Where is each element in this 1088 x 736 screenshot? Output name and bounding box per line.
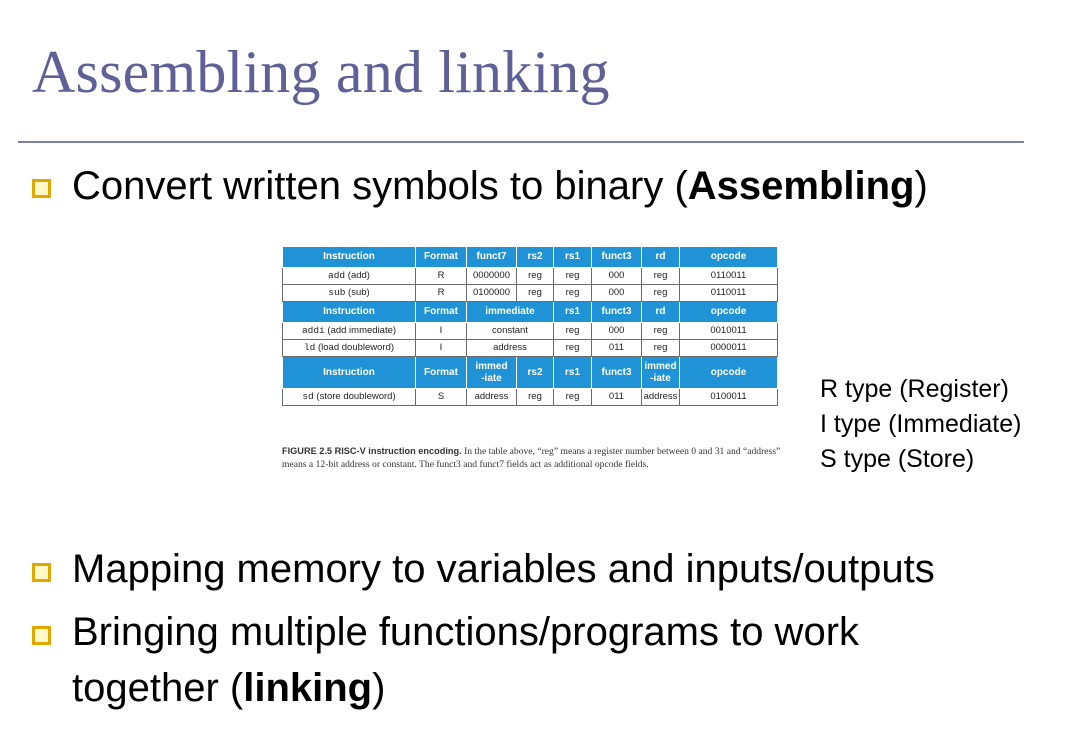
bullet-text-end: ) (914, 164, 928, 208)
table-header-cell: Format (415, 246, 467, 268)
instruction-mnemonic: add (328, 270, 346, 281)
bullet-assembling: Convert written symbols to binary (Assem… (72, 158, 928, 214)
table-header-cell: rd (641, 246, 680, 268)
title-divider (18, 141, 1024, 143)
bullet-text: together ( (72, 666, 244, 710)
table-cell: 000 (591, 267, 642, 285)
bullet-square-icon (32, 563, 51, 582)
instruction-cell: sub (sub) (282, 284, 416, 302)
table-header-cell: funct3 (591, 301, 642, 323)
table-header-row: Instruction Format immed -iate rs2 rs1 funct3 i… (282, 356, 778, 389)
table-cell: reg (553, 267, 592, 285)
table-cell: R (415, 267, 467, 285)
table-row: addi (add immediate) Iconstant reg 000 reg 00… (282, 322, 778, 340)
table-cell: reg (641, 267, 680, 285)
instruction-cell: ld (load doubleword) (282, 339, 416, 357)
table-cell: 0110011 (679, 267, 778, 285)
table-header-cell: opcode (679, 356, 778, 389)
format-type-notes: R type (Register) I type (Immediate) S t… (820, 372, 1021, 477)
table-cell: constant (466, 322, 554, 340)
risc-v-encoding-figure: Instruction Format funct7 rs2 rs1 funct3 rd opc… (282, 246, 778, 406)
table-cell: reg (553, 322, 592, 340)
table-cell: reg (516, 388, 554, 406)
table-cell: address (466, 388, 517, 406)
bullet-bold-term: linking (243, 666, 373, 710)
table-header-cell: Instruction (282, 301, 416, 323)
table-cell: 0100000 (466, 284, 517, 302)
instruction-cell: addi (add immediate) (282, 322, 416, 340)
bullet-text-line1: Bringing multiple functions/programs to … (72, 610, 860, 654)
bullet-text-end: ) (372, 666, 386, 710)
table-cell: 0110011 (679, 284, 778, 302)
table-cell: reg (641, 339, 680, 357)
table-header-cell: rs2 (516, 356, 554, 389)
table-row: ld (load doubleword) Iaddress reg 011 reg 000… (282, 339, 778, 357)
table-header-cell: funct3 (591, 246, 642, 268)
table-cell: S (415, 388, 467, 406)
table-cell: 000 (591, 284, 642, 302)
table-header-cell: rs1 (553, 246, 592, 268)
table-header-cell: immed -iate (641, 356, 680, 389)
table-header-cell: immediate (466, 301, 554, 323)
table-header-cell: Format (415, 301, 467, 323)
table-cell: 0000000 (466, 267, 517, 285)
table-header-row: Instruction Format funct7 rs2 rs1 funct3 rd opc… (282, 246, 778, 268)
table-cell: reg (516, 267, 554, 285)
instruction-cell: add (add) (282, 267, 416, 285)
table-cell: I (415, 322, 467, 340)
encoding-table: Instruction Format funct7 rs2 rs1 funct3 rd opc… (282, 246, 778, 406)
table-header-cell: rs1 (553, 356, 592, 389)
table-header-cell: Instruction (282, 356, 416, 389)
bullet-square-icon (32, 179, 51, 198)
table-row: sd (store doubleword) Saddress reg reg 011 ad… (282, 388, 778, 406)
bullet-mapping: Mapping memory to variables and inputs/o… (72, 547, 935, 591)
table-header-cell: opcode (679, 301, 778, 323)
instruction-mnemonic: addi (301, 325, 325, 336)
instruction-cell: sd (store doubleword) (282, 388, 416, 406)
bullet-text: Convert written symbols to binary ( (72, 164, 688, 208)
table-row: sub (sub) R 0100000 reg reg 000 reg 0110011 (282, 284, 778, 302)
table-cell: reg (553, 388, 592, 406)
table-cell: reg (516, 284, 554, 302)
instruction-mnemonic: sub (328, 287, 346, 298)
table-cell: 0100011 (679, 388, 778, 406)
table-header-cell: funct3 (591, 356, 642, 389)
table-cell: address (641, 388, 680, 406)
slide-title: Assembling and linking (32, 39, 610, 105)
table-cell: I (415, 339, 467, 357)
table-header-cell: opcode (679, 246, 778, 268)
figure-caption: FIGURE 2.5 RISC-V instruction encoding. … (282, 445, 782, 471)
table-header-cell: rs2 (516, 246, 554, 268)
table-cell: reg (553, 284, 592, 302)
instruction-mnemonic: ld (303, 342, 316, 353)
table-cell: R (415, 284, 467, 302)
bullet-bold-term: Assembling (687, 164, 915, 208)
table-cell: reg (641, 322, 680, 340)
table-row: add (add) R 0000000 reg reg 000 reg 0110011 (282, 267, 778, 285)
table-header-cell: Format (415, 356, 467, 389)
table-cell: address (466, 339, 554, 357)
instruction-mnemonic: sd (302, 391, 314, 402)
table-cell: reg (553, 339, 592, 357)
table-cell: 011 (591, 339, 642, 357)
table-header-row: Instruction Format immediate rs1 funct3 rd opc… (282, 301, 778, 323)
table-header-cell: Instruction (282, 246, 416, 268)
table-header-cell: immed -iate (466, 356, 517, 389)
table-header-cell: funct7 (466, 246, 517, 268)
side-note-i-type: I type (Immediate) (820, 410, 1022, 438)
table-cell: 011 (591, 388, 642, 406)
table-cell: 0010011 (679, 322, 778, 340)
table-cell: 0000011 (679, 339, 778, 357)
side-note-r-type: R type (Register) (820, 375, 1009, 403)
table-header-cell: rd (641, 301, 680, 323)
table-cell: 000 (591, 322, 642, 340)
caption-label: FIGURE 2.5 RISC-V instruction encoding. (282, 446, 462, 456)
side-note-s-type: S type (Store) (820, 445, 975, 473)
table-cell: reg (641, 284, 680, 302)
bullet-linking: Bringing multiple functions/programs to … (72, 604, 859, 716)
bullet-square-icon (32, 626, 51, 645)
table-header-cell: rs1 (553, 301, 592, 323)
